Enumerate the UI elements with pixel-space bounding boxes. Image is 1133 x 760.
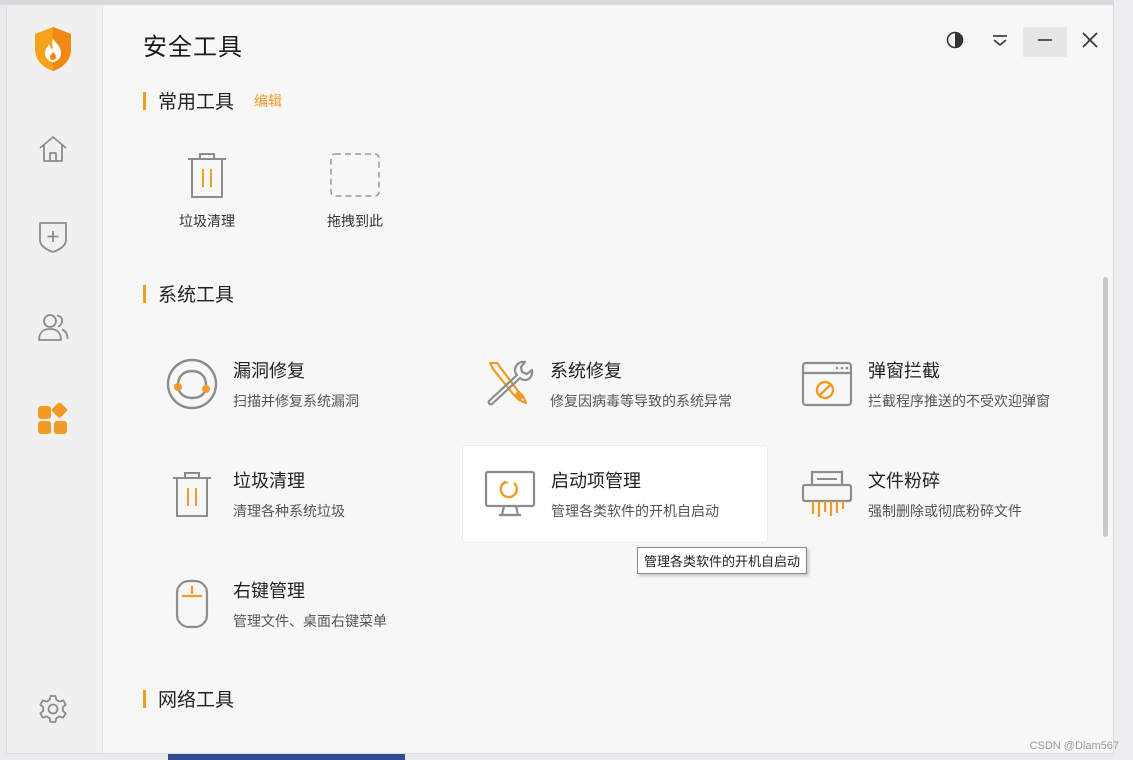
quick-tool-label: 拖拽到此 <box>327 214 383 230</box>
minimize-button[interactable] <box>1023 27 1067 57</box>
tool-popup-block[interactable]: 弹窗拦截 拦截程序推送的不受欢迎弹窗 <box>780 335 1086 433</box>
vertical-scrollbar[interactable] <box>1103 277 1108 537</box>
shredder-icon <box>796 463 858 525</box>
shield-plus-icon <box>37 220 69 258</box>
app-logo-icon <box>31 25 75 73</box>
tool-system-repair[interactable]: 系统修复 修复因病毒等导致的系统异常 <box>462 335 768 433</box>
close-button[interactable] <box>1068 27 1112 57</box>
sidebar-item-users[interactable] <box>27 303 79 355</box>
vulnerability-fix-icon <box>161 353 223 415</box>
sidebar <box>7 5 103 753</box>
watermark: CSDN @Dlam567 <box>1029 740 1119 752</box>
tool-context-menu[interactable]: 右键管理 管理文件、桌面右键菜单 <box>145 555 451 653</box>
quick-tool-trash[interactable]: 垃圾清理 <box>157 145 257 231</box>
tool-junk-clean[interactable]: 垃圾清理 清理各种系统垃圾 <box>145 445 451 543</box>
dashed-placeholder-icon <box>305 145 405 205</box>
users-icon <box>36 311 70 347</box>
section-title: 常用工具 <box>158 91 235 113</box>
tool-description: 清理各种系统垃圾 <box>233 504 345 520</box>
popup-block-icon <box>796 353 858 415</box>
wrench-screwdriver-icon <box>478 353 540 415</box>
section-title: 网络工具 <box>158 689 235 711</box>
trash-icon <box>157 145 257 205</box>
tool-name: 系统修复 <box>550 361 622 382</box>
page-title: 安全工具 <box>143 33 243 61</box>
section-marker <box>143 91 146 110</box>
settings-icon <box>37 693 69 729</box>
section-marker <box>143 284 146 303</box>
edit-link[interactable]: 编辑 <box>254 91 282 111</box>
menu-dropdown-button[interactable] <box>978 27 1022 57</box>
tool-vulnerability-fix[interactable]: 漏洞修复 扫描并修复系统漏洞 <box>145 335 451 433</box>
tool-startup-manager[interactable]: 启动项管理 管理各类软件的开机自启动 <box>462 445 768 543</box>
trash-icon <box>161 463 223 525</box>
tool-description: 管理各类软件的开机自启动 <box>551 504 719 520</box>
sidebar-item-protection[interactable] <box>27 213 79 265</box>
sidebar-item-settings[interactable] <box>27 685 79 737</box>
home-icon <box>37 133 69 169</box>
section-title: 系统工具 <box>158 284 235 306</box>
minimize-icon <box>1035 30 1055 54</box>
section-network-tools: 网络工具 <box>143 685 234 712</box>
tool-name: 启动项管理 <box>551 471 641 492</box>
tool-name: 文件粉碎 <box>868 471 940 492</box>
contrast-icon <box>945 30 965 54</box>
apps-icon <box>37 402 69 439</box>
mouse-icon <box>161 573 223 635</box>
tool-file-shredder[interactable]: 文件粉碎 强制删除或彻底粉碎文件 <box>780 445 1086 543</box>
desktop-background-right <box>1114 0 1133 760</box>
dropdown-menu-icon <box>990 30 1010 54</box>
tool-description: 拦截程序推送的不受欢迎弹窗 <box>868 394 1050 410</box>
section-system-tools: 系统工具 <box>143 280 234 307</box>
tool-description: 管理文件、桌面右键菜单 <box>233 614 387 630</box>
tool-description: 修复因病毒等导致的系统异常 <box>550 394 732 410</box>
tool-name: 漏洞修复 <box>233 361 305 382</box>
sidebar-item-home[interactable] <box>27 125 79 177</box>
theme-toggle-button[interactable] <box>933 27 977 57</box>
security-tools-window: 安全工具 常用工具 编辑 垃圾清理 拖拽到此 系统工具 漏洞修复 扫描并修复系统… <box>6 4 1114 754</box>
startup-monitor-icon <box>479 463 541 525</box>
sidebar-item-tools[interactable] <box>27 395 79 447</box>
tooltip: 管理各类软件的开机自启动 <box>637 547 808 574</box>
section-marker <box>143 689 146 708</box>
close-icon <box>1080 30 1100 54</box>
tool-description: 强制删除或彻底粉碎文件 <box>868 504 1022 520</box>
tool-name: 弹窗拦截 <box>868 361 940 382</box>
tool-name: 垃圾清理 <box>233 471 305 492</box>
section-common-tools: 常用工具 编辑 <box>143 87 282 114</box>
tool-description: 扫描并修复系统漏洞 <box>233 394 359 410</box>
quick-tool-label: 垃圾清理 <box>179 214 235 230</box>
quick-tool-drop-target[interactable]: 拖拽到此 <box>305 145 405 231</box>
tool-name: 右键管理 <box>233 581 305 602</box>
